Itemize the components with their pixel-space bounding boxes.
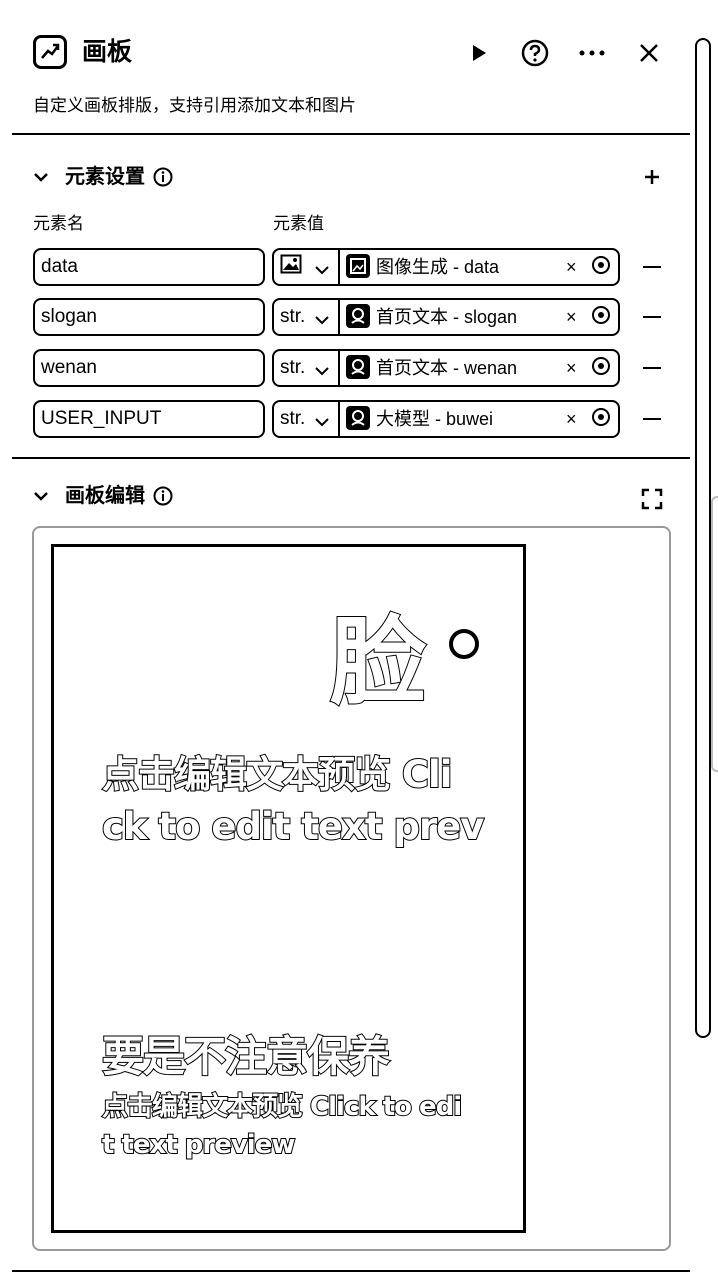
- value-type-label: str.: [280, 306, 306, 327]
- clear-icon[interactable]: ×: [566, 300, 577, 334]
- remove-element-icon[interactable]: [643, 367, 661, 369]
- elements-section-title: 元素设置: [65, 166, 145, 188]
- value-type-select[interactable]: str.: [274, 351, 338, 385]
- column-label-value: 元素值: [273, 214, 324, 233]
- canvas-app-logo-icon: [33, 35, 67, 69]
- clear-icon[interactable]: ×: [566, 351, 577, 385]
- value-type-select[interactable]: str.: [274, 402, 338, 436]
- divider: [338, 300, 340, 334]
- remove-element-icon[interactable]: [643, 266, 661, 268]
- chevron-down-icon: [314, 411, 330, 433]
- divider: [338, 250, 340, 284]
- degree-circle: [449, 629, 479, 659]
- help-icon[interactable]: [520, 38, 550, 68]
- info-icon[interactable]: [153, 167, 173, 187]
- run-icon[interactable]: [464, 38, 494, 68]
- reference-label: 大模型 - buwei: [376, 409, 494, 429]
- chevron-down-icon: [314, 259, 330, 281]
- elements-section-header[interactable]: 元素设置: [33, 163, 173, 191]
- canvas-section-header[interactable]: 画板编辑: [33, 482, 173, 510]
- divider: [338, 402, 340, 436]
- canvas-text-line[interactable]: 要是不注意保养: [101, 1029, 391, 1085]
- chevron-down-icon: [314, 360, 330, 382]
- value-type-label: str.: [280, 357, 306, 378]
- chevron-down-icon[interactable]: [33, 172, 51, 182]
- scrollbar[interactable]: [695, 38, 711, 1038]
- image-type-icon: [280, 254, 302, 280]
- element-value-field[interactable]: str. 首页文本 - wenan ×: [272, 349, 620, 387]
- element-name-input[interactable]: USER_INPUT: [33, 400, 265, 438]
- image-node-icon: [346, 254, 370, 278]
- divider: [12, 1270, 690, 1272]
- target-icon[interactable]: [592, 256, 610, 274]
- divider: [12, 133, 690, 135]
- close-icon[interactable]: [634, 38, 664, 68]
- value-type-select[interactable]: [274, 250, 338, 284]
- chevron-down-icon: [314, 309, 330, 331]
- element-name-input[interactable]: wenan: [33, 349, 265, 387]
- value-type-label: str.: [280, 408, 306, 429]
- column-label-name: 元素名: [33, 214, 84, 233]
- remove-element-icon[interactable]: [643, 316, 661, 318]
- text-node-icon: [346, 304, 370, 328]
- canvas-section-title: 画板编辑: [65, 485, 145, 507]
- divider: [338, 351, 340, 385]
- canvas-text-line[interactable]: ck to edit text prev: [101, 803, 485, 851]
- canvas-text-line[interactable]: t text preview: [101, 1127, 296, 1163]
- element-value-field[interactable]: 图像生成 - data ×: [272, 248, 620, 286]
- value-type-select[interactable]: str.: [274, 300, 338, 334]
- side-panel-edge: [711, 496, 718, 772]
- reference-label: 图像生成 - data: [376, 257, 500, 277]
- reference-label: 首页文本 - wenan: [376, 358, 518, 378]
- target-icon[interactable]: [592, 306, 610, 324]
- target-icon[interactable]: [592, 357, 610, 375]
- clear-icon[interactable]: ×: [566, 402, 577, 436]
- canvas-text-line[interactable]: 点击编辑文本预览 Click to edi: [101, 1089, 463, 1125]
- remove-element-icon[interactable]: [643, 418, 661, 420]
- clear-icon[interactable]: ×: [566, 250, 577, 284]
- element-name-input[interactable]: data: [33, 248, 265, 286]
- chevron-down-icon[interactable]: [33, 491, 51, 501]
- element-name-input[interactable]: slogan: [33, 298, 265, 336]
- divider: [12, 457, 690, 459]
- target-icon[interactable]: [592, 408, 610, 426]
- fullscreen-icon[interactable]: [641, 488, 663, 515]
- panel-description: 自定义画板排版，支持引用添加文本和图片: [33, 96, 356, 115]
- more-icon[interactable]: [577, 38, 607, 68]
- element-value-field[interactable]: str. 首页文本 - slogan ×: [272, 298, 620, 336]
- info-icon[interactable]: [153, 486, 173, 506]
- llm-node-icon: [346, 406, 370, 430]
- panel-title: 画板: [82, 38, 133, 66]
- element-value-field[interactable]: str. 大模型 - buwei ×: [272, 400, 620, 438]
- canvas-preview[interactable]: 脸 点击编辑文本预览 Cli ck to edit text prev 要是不注…: [51, 544, 526, 1233]
- canvas-text-line[interactable]: 点击编辑文本预览 Cli: [101, 751, 453, 799]
- text-node-icon: [346, 355, 370, 379]
- canvas-image-char[interactable]: 脸: [329, 606, 427, 718]
- add-element-icon[interactable]: [643, 168, 661, 191]
- reference-label: 首页文本 - slogan: [376, 307, 518, 327]
